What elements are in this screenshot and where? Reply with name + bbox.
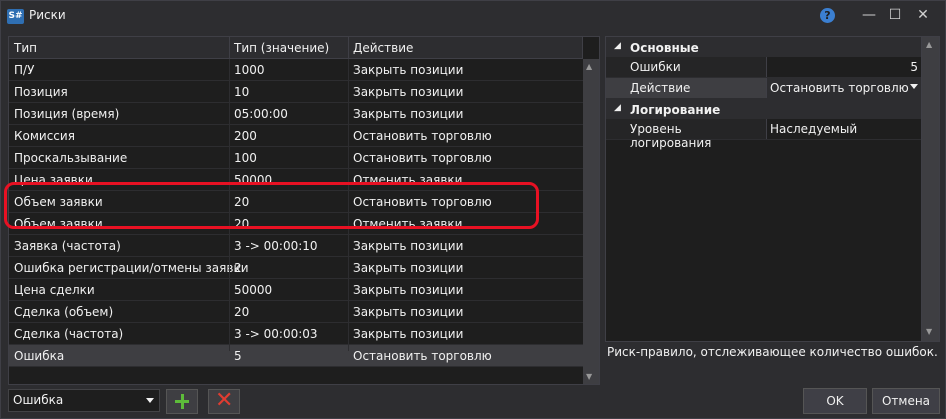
cell-action: Закрыть позиции — [353, 85, 464, 99]
property-log-level-label: Уровень логирования — [630, 122, 712, 150]
close-button[interactable]: ✕ — [911, 5, 935, 25]
cell-type-value: 50000 — [234, 283, 273, 297]
add-rule-button[interactable] — [166, 389, 198, 414]
cell-type-value: 10 — [234, 85, 250, 99]
table-row[interactable]: Проскальзывание 100 Остановить торговлю — [9, 147, 583, 169]
collapse-icon[interactable]: ◢ — [614, 103, 621, 113]
scroll-up-icon[interactable]: ▲ — [926, 40, 932, 49]
cell-type: Ошибка регистрации/отмены заявки — [14, 261, 249, 275]
help-icon[interactable]: ? — [820, 8, 835, 23]
cell-type-value: 1000 — [234, 63, 265, 77]
grid-vertical-scrollbar[interactable]: ▲ ▼ — [583, 59, 599, 384]
table-row[interactable]: Заявка (частота) 3 -> 00:00:10 Закрыть поз… — [9, 235, 583, 257]
cell-action: Закрыть позиции — [353, 261, 464, 275]
grid-header: Тип Тип (значение) Действие — [9, 37, 583, 59]
cancel-button[interactable]: Отмена — [872, 388, 940, 414]
cell-type: Позиция — [14, 85, 68, 99]
cell-action: Закрыть позиции — [353, 239, 464, 253]
property-scrollbar[interactable]: ▲ ▼ — [921, 36, 940, 342]
cell-type-value: 5 — [234, 349, 242, 363]
maximize-button[interactable]: ☐ — [883, 5, 907, 25]
cell-type: Позиция (время) — [14, 107, 120, 121]
category-logging[interactable]: ◢ Логирование — [606, 99, 921, 119]
ok-button[interactable]: OK — [803, 388, 867, 414]
remove-rule-button[interactable]: ✕ — [208, 389, 240, 414]
property-errors[interactable]: Ошибки 5 — [606, 57, 921, 78]
scroll-down-icon[interactable]: ▼ — [926, 327, 932, 336]
cell-action: Остановить торговлю — [353, 151, 492, 165]
window-title: Риски — [29, 8, 66, 22]
cell-action: Закрыть позиции — [353, 283, 464, 297]
property-action[interactable]: Действие Остановить торговлю — [606, 78, 922, 99]
table-row[interactable]: Сделка (объем) 20 Закрыть позиции — [9, 301, 583, 323]
cell-type: Сделка (частота) — [14, 327, 124, 341]
property-description: Риск-правило, отслеживающее количество о… — [607, 345, 938, 359]
property-errors-value[interactable]: 5 — [910, 60, 918, 74]
table-row[interactable]: Ошибка регистрации/отмены заявки 2 Закрыть… — [9, 257, 583, 279]
property-log-level-value[interactable]: Наследуемый — [770, 122, 857, 136]
delete-icon: ✕ — [215, 388, 234, 413]
scroll-down-icon[interactable]: ▼ — [586, 372, 592, 381]
cell-type-value: 3 -> 00:00:10 — [234, 239, 318, 253]
app-icon: S# — [7, 9, 24, 24]
risks-window: S# Риски ? — ☐ ✕ Тип Тип (значение) Дейс… — [0, 0, 946, 419]
property-grid[interactable]: ◢ Основные Ошибки 5 Действие Остановить … — [605, 36, 922, 342]
property-errors-label: Ошибки — [630, 60, 681, 74]
property-action-value[interactable]: Остановить торговлю — [770, 81, 909, 95]
dropdown-arrow-icon[interactable] — [146, 398, 154, 403]
cell-type: Комиссия — [14, 129, 75, 143]
cell-action: Остановить торговлю — [353, 349, 492, 363]
cell-action: Закрыть позиции — [353, 327, 464, 341]
cell-type: Цена сделки — [14, 283, 95, 297]
category-main[interactable]: ◢ Основные — [606, 37, 921, 57]
dropdown-arrow-icon[interactable] — [910, 84, 918, 89]
cell-type: П/У — [14, 63, 35, 77]
table-row[interactable]: Комиссия 200 Остановить торговлю — [9, 125, 583, 147]
rule-type-value: Ошибка — [13, 393, 64, 407]
cell-type: Ошибка — [14, 349, 65, 363]
header-action[interactable]: Действие — [353, 41, 413, 55]
table-row[interactable]: Сделка (частота) 3 -> 00:00:03 Закрыть поз… — [9, 323, 583, 345]
cell-type-value: 2 — [234, 261, 242, 275]
cell-type: Проскальзывание — [14, 151, 128, 165]
table-row[interactable]: П/У 1000 Закрыть позиции — [9, 59, 583, 81]
red-highlight-annotation — [4, 182, 539, 229]
property-action-label: Действие — [630, 81, 691, 95]
property-log-level[interactable]: Уровень логирования Наследуемый — [606, 119, 921, 150]
cell-type-value: 20 — [234, 305, 250, 319]
cell-type: Заявка (частота) — [14, 239, 121, 253]
header-type-value[interactable]: Тип (значение) — [234, 41, 329, 55]
header-type[interactable]: Тип — [14, 41, 37, 55]
table-row[interactable]: Цена сделки 50000 Закрыть позиции — [9, 279, 583, 301]
cell-type-value: 3 -> 00:00:03 — [234, 327, 318, 341]
title-bar: S# Риски ? — ☐ ✕ — [1, 1, 945, 31]
rule-type-combobox[interactable]: Ошибка — [8, 389, 160, 412]
table-row[interactable]: Позиция 10 Закрыть позиции — [9, 81, 583, 103]
cell-action: Закрыть позиции — [353, 63, 464, 77]
minimize-button[interactable]: — — [857, 5, 881, 25]
cell-type-value: 05:00:00 — [234, 107, 288, 121]
table-row[interactable]: Позиция (время) 05:00:00 Закрыть позиции — [9, 103, 583, 125]
table-row[interactable]: Ошибка 5 Остановить торговлю — [9, 345, 583, 367]
cell-action: Остановить торговлю — [353, 129, 492, 143]
collapse-icon[interactable]: ◢ — [614, 41, 621, 51]
scroll-up-icon[interactable]: ▲ — [586, 62, 592, 71]
cell-action: Закрыть позиции — [353, 305, 464, 319]
cell-type-value: 100 — [234, 151, 257, 165]
cell-type-value: 200 — [234, 129, 257, 143]
cell-action: Закрыть позиции — [353, 107, 464, 121]
cell-type: Сделка (объем) — [14, 305, 114, 319]
